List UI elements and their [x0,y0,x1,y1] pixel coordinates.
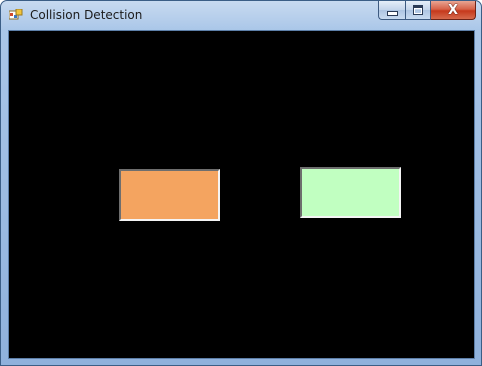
close-icon: X [447,2,459,18]
title-bar[interactable]: Collision Detection X [1,1,481,29]
maximize-button[interactable] [405,1,431,20]
right-block[interactable] [300,167,401,218]
app-window-icon[interactable] [9,9,23,21]
maximize-icon [413,5,423,15]
game-canvas[interactable] [8,30,475,359]
window-title: Collision Detection [30,8,143,22]
caption-buttons: X [378,1,476,21]
app-window: Collision Detection X [0,0,482,366]
minimize-button[interactable] [378,1,405,20]
minimize-icon [386,10,398,16]
left-block[interactable] [119,169,220,221]
close-button[interactable]: X [431,1,476,20]
